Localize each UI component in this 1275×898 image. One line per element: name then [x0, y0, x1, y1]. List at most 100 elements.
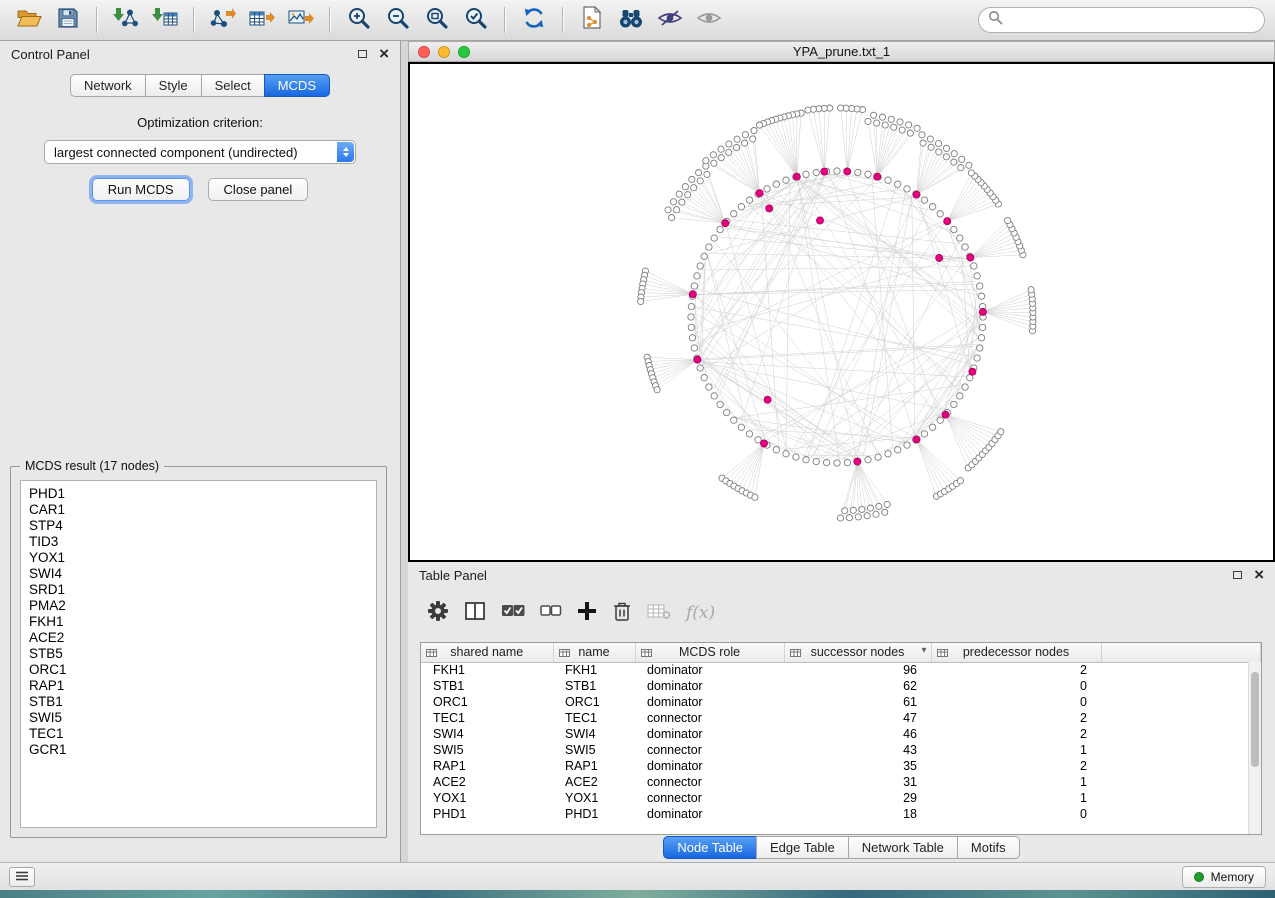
table-row[interactable]: ACE2ACE2connector311 — [421, 774, 1261, 790]
table-cell[interactable]: SWI5 — [553, 742, 635, 758]
export-image-button[interactable] — [282, 4, 319, 36]
mcds-result-item[interactable]: PMA2 — [29, 598, 368, 614]
table-cell[interactable]: 1 — [931, 790, 1101, 806]
function-builder-button[interactable]: f(x) — [686, 603, 715, 623]
mcds-result-item[interactable]: ACE2 — [29, 630, 368, 646]
close-panel-button[interactable]: Close panel — [208, 178, 309, 201]
table-cell[interactable]: STB1 — [421, 678, 553, 694]
column-menu-caret-icon[interactable]: ▾ — [921, 645, 926, 656]
first-neighbors-button[interactable] — [612, 4, 649, 36]
tab-select[interactable]: Select — [201, 74, 265, 97]
table-cell[interactable]: 1 — [931, 742, 1101, 758]
table-cell[interactable]: PHD1 — [553, 806, 635, 822]
table-row[interactable]: TEC1TEC1connector472 — [421, 710, 1261, 726]
table-cell[interactable]: 1 — [931, 774, 1101, 790]
network-canvas[interactable] — [408, 62, 1275, 562]
table-cell[interactable] — [1101, 694, 1261, 710]
table-cell[interactable]: 0 — [931, 806, 1101, 822]
table-cell[interactable]: 2 — [931, 726, 1101, 742]
table-scrollbar[interactable] — [1248, 662, 1261, 834]
table-cell[interactable]: RAP1 — [421, 758, 553, 774]
close-window-icon[interactable] — [418, 46, 430, 58]
table-row[interactable]: SWI5SWI5connector431 — [421, 742, 1261, 758]
save-session-button[interactable] — [49, 4, 86, 36]
mcds-result-item[interactable]: RAP1 — [29, 678, 368, 694]
table-cell[interactable] — [1101, 790, 1261, 806]
table-cell[interactable]: 0 — [931, 694, 1101, 710]
table-cell[interactable]: ORC1 — [421, 694, 553, 710]
close-panel-icon[interactable]: × — [379, 48, 389, 60]
table-cell[interactable]: YOX1 — [421, 790, 553, 806]
table-row[interactable]: ORC1ORC1dominator610 — [421, 694, 1261, 710]
zoom-selected-button[interactable] — [457, 4, 494, 36]
table-cell[interactable]: ACE2 — [421, 774, 553, 790]
mcds-result-item[interactable]: PHD1 — [29, 486, 368, 502]
table-cell[interactable]: connector — [635, 790, 784, 806]
import-network-button[interactable] — [107, 4, 144, 36]
table-cell[interactable] — [1101, 758, 1261, 774]
table-cell[interactable]: 31 — [784, 774, 931, 790]
table-cell[interactable]: 62 — [784, 678, 931, 694]
delete-column-button[interactable] — [612, 600, 632, 627]
table-cell[interactable] — [1101, 806, 1261, 822]
mcds-result-item[interactable]: SWI5 — [29, 710, 368, 726]
table-row[interactable]: PHD1PHD1dominator180 — [421, 806, 1261, 822]
table-cell[interactable]: 2 — [931, 758, 1101, 774]
scrollbar-thumb[interactable] — [1251, 672, 1259, 767]
table-cell[interactable]: SWI4 — [553, 726, 635, 742]
zoom-out-button[interactable] — [379, 4, 416, 36]
mcds-result-item[interactable]: SWI4 — [29, 566, 368, 582]
criterion-dropdown[interactable]: largest connected component (undirected) — [44, 140, 356, 164]
table-row[interactable]: YOX1YOX1connector291 — [421, 790, 1261, 806]
tab-style[interactable]: Style — [145, 74, 202, 97]
network-graph[interactable] — [410, 64, 1273, 560]
mcds-result-item[interactable]: TEC1 — [29, 726, 368, 742]
mcds-result-item[interactable]: STP4 — [29, 518, 368, 534]
float-panel-icon[interactable] — [358, 50, 367, 58]
clear-table-button[interactable] — [647, 601, 671, 626]
tab-edge-table[interactable]: Edge Table — [756, 836, 849, 859]
table-cell[interactable]: 18 — [784, 806, 931, 822]
mcds-result-item[interactable]: FKH1 — [29, 614, 368, 630]
mcds-result-item[interactable]: GCR1 — [29, 742, 368, 758]
mcds-result-list[interactable]: PHD1CAR1STP4TID3YOX1SWI4SRD1PMA2FKH1ACE2… — [20, 480, 377, 828]
table-cell[interactable]: RAP1 — [553, 758, 635, 774]
mcds-result-item[interactable]: TID3 — [29, 534, 368, 550]
table-row[interactable]: FKH1FKH1dominator962 — [421, 662, 1261, 678]
table-cell[interactable]: 43 — [784, 742, 931, 758]
table-cell[interactable]: ACE2 — [553, 774, 635, 790]
search-input[interactable] — [1009, 13, 1255, 28]
tab-motifs[interactable]: Motifs — [957, 836, 1020, 859]
select-all-button[interactable] — [501, 601, 525, 626]
mcds-result-item[interactable]: STB1 — [29, 694, 368, 710]
table-row[interactable]: SWI4SWI4dominator462 — [421, 726, 1261, 742]
table-cell[interactable]: FKH1 — [553, 662, 635, 678]
table-cell[interactable] — [1101, 726, 1261, 742]
table-settings-button[interactable] — [427, 600, 449, 627]
table-cell[interactable]: SWI5 — [421, 742, 553, 758]
column-header-name[interactable]: name — [553, 643, 635, 662]
mcds-result-item[interactable]: ORC1 — [29, 662, 368, 678]
export-network-button[interactable] — [204, 4, 241, 36]
table-cell[interactable]: dominator — [635, 678, 784, 694]
table-row[interactable]: RAP1RAP1dominator352 — [421, 758, 1261, 774]
mcds-result-item[interactable]: CAR1 — [29, 502, 368, 518]
table-cell[interactable]: 61 — [784, 694, 931, 710]
table-cell[interactable]: connector — [635, 742, 784, 758]
table-cell[interactable]: 2 — [931, 710, 1101, 726]
open-file-button[interactable] — [10, 4, 47, 36]
table-cell[interactable] — [1101, 710, 1261, 726]
export-table-button[interactable] — [243, 4, 280, 36]
hide-selected-button[interactable] — [651, 4, 688, 36]
column-header-mcds-role[interactable]: MCDS role — [635, 643, 784, 662]
table-cell[interactable] — [1101, 678, 1261, 694]
table-cell[interactable]: 96 — [784, 662, 931, 678]
table-cell[interactable]: connector — [635, 774, 784, 790]
maximize-window-icon[interactable] — [458, 46, 470, 58]
table-cell[interactable]: 35 — [784, 758, 931, 774]
table-cell[interactable]: dominator — [635, 662, 784, 678]
table-row[interactable]: STB1STB1dominator620 — [421, 678, 1261, 694]
deselect-all-button[interactable] — [540, 602, 562, 625]
table-cell[interactable]: 2 — [931, 662, 1101, 678]
table-cell[interactable]: ORC1 — [553, 694, 635, 710]
